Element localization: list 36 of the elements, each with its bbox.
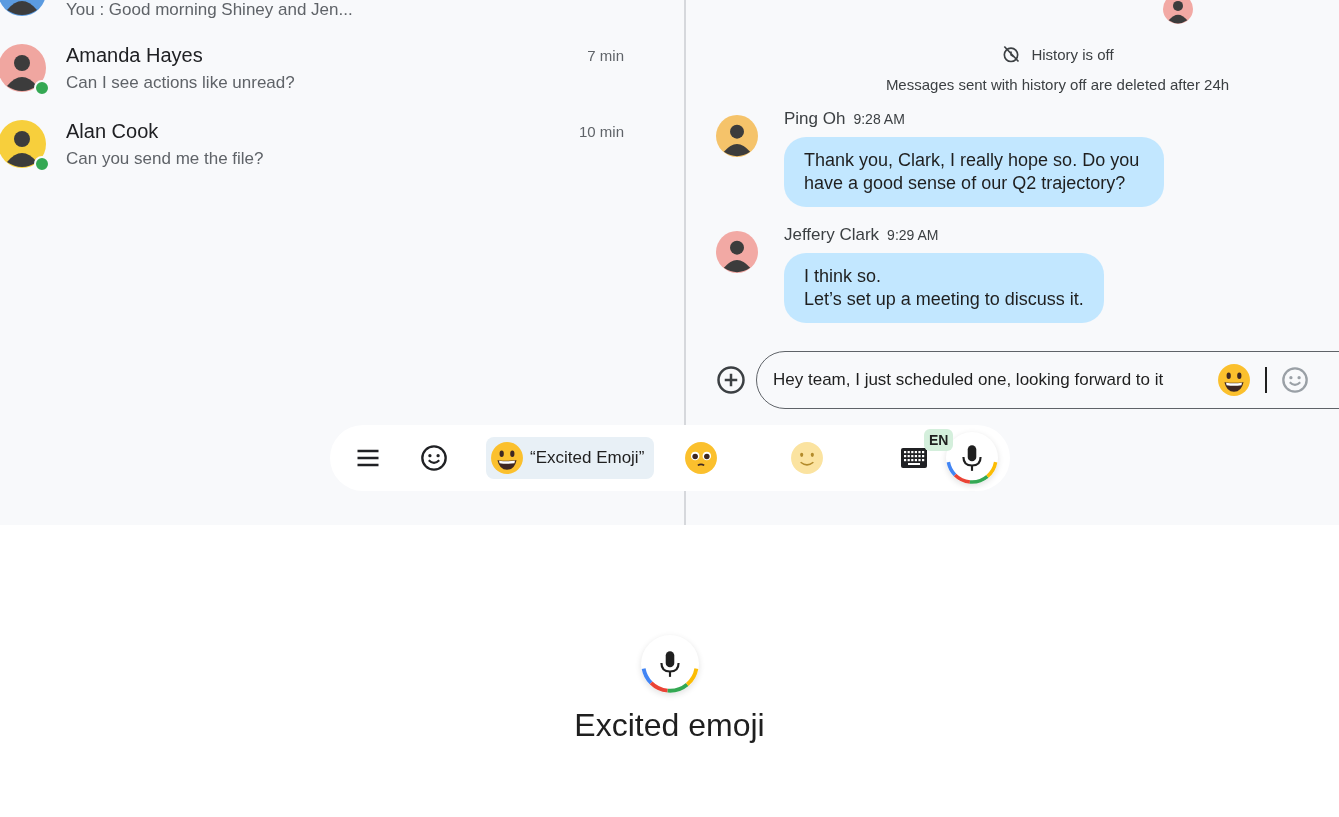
contact-name: Alan Cook <box>66 120 159 143</box>
message-bubble: Thank you, Clark, I really hope so. Do you have a good sense of our Q2 trajectory? <box>784 137 1164 207</box>
message-preview: Can I see actions like unread? <box>66 73 296 93</box>
message-preview: You : Good morning Shiney and Jen... <box>66 0 354 20</box>
avatar-icon <box>0 120 46 168</box>
sender-name: Ping Oh <box>784 109 846 129</box>
avatar-icon <box>716 115 758 157</box>
avatar-icon <box>716 231 758 273</box>
message-input[interactable]: Hey team, I just scheduled one, looking forward to it <box>773 370 1203 390</box>
contact-name: Amanda Hayes <box>66 44 203 67</box>
avatar-icon <box>0 44 46 92</box>
pleading-emoji-icon <box>684 441 719 475</box>
sender-name: Jeffery Clark <box>784 225 880 245</box>
message-time: 9:28 AM <box>853 111 905 127</box>
emoji-icon <box>420 444 448 472</box>
add-icon[interactable] <box>716 365 746 395</box>
grinning-emoji-icon <box>1217 363 1251 397</box>
language-badge: EN <box>924 429 954 451</box>
message-time: 7 min <box>587 47 624 64</box>
message-time: 10 min <box>578 123 624 140</box>
voice-input-button[interactable] <box>946 432 999 484</box>
keyboard-icon <box>900 447 929 469</box>
text-cursor <box>1265 367 1267 393</box>
message-bubble: I think so. Let’s set up a meeting to discuss it. <box>784 253 1104 323</box>
voice-input-button[interactable] <box>640 635 699 693</box>
smiling-emoji-icon <box>790 441 825 475</box>
history-note: Messages sent with history off are deleted after 24h <box>885 76 1230 93</box>
avatar-icon <box>1162 0 1193 24</box>
history-status: History is off <box>1031 45 1114 63</box>
suggestion-chip[interactable]: “Excited Emoji” <box>486 437 655 479</box>
history-off-icon <box>1001 44 1022 64</box>
voice-transcript: Excited emoji <box>574 707 765 744</box>
message-preview: Can you send me the file? <box>66 149 265 169</box>
message-time: 9:29 AM <box>887 227 939 243</box>
smiley-icon <box>490 441 524 475</box>
emoji-icon <box>1281 366 1309 394</box>
